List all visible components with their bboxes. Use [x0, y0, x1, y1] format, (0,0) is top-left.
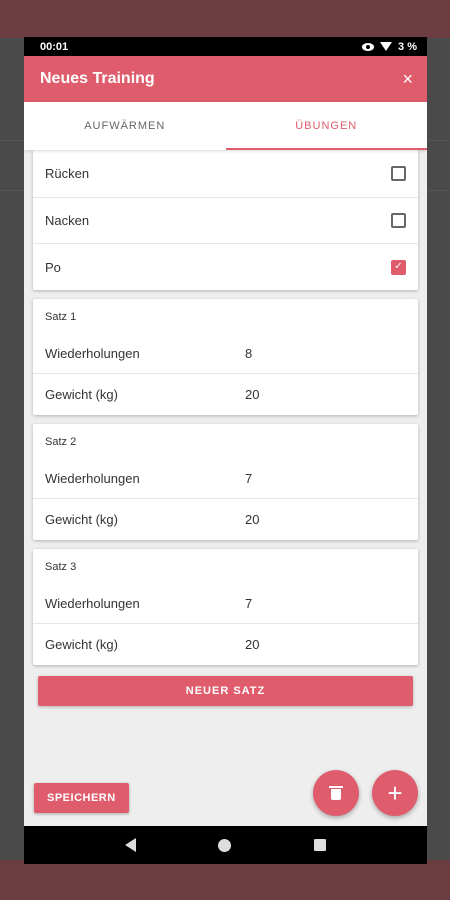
weight-label: Gewicht (kg) — [45, 512, 118, 527]
plus-icon: + — [387, 777, 403, 808]
body-part-checkbox[interactable]: ✓ — [391, 259, 406, 275]
body-part-list: Rücken Nacken Po ✓ — [33, 150, 418, 290]
reps-label: Wiederholungen — [45, 470, 140, 486]
body-part-label: Rücken — [45, 166, 90, 181]
background-app-bar — [0, 0, 450, 38]
reps-field[interactable]: 7 — [245, 471, 406, 486]
body-part-label: Nacken — [45, 213, 90, 228]
reps-row: Wiederholungen 8 — [33, 333, 418, 374]
tab-warmup[interactable]: AUFWÄRMEN — [24, 102, 226, 150]
reps-field[interactable]: 7 — [245, 596, 406, 611]
reps-label: Wiederholungen — [45, 345, 140, 361]
list-item[interactable]: Rücken — [33, 150, 418, 198]
set-title: Satz 2 — [45, 436, 77, 448]
trash-icon — [329, 786, 343, 800]
weight-field[interactable]: 20 — [245, 512, 406, 527]
dialog-window: 00:01 3 % Neues Training × AUFWÄRMEN ÜBU… — [24, 37, 427, 864]
weight-row: Gewicht (kg) 20 — [33, 624, 418, 665]
battery-level: 3 % — [398, 40, 417, 53]
delete-button[interactable] — [313, 770, 359, 816]
background-bottom-bar — [0, 860, 450, 900]
exercise-content: Rücken Nacken Po ✓ Satz 1 Wiederholungen… — [24, 150, 427, 826]
new-set-button[interactable]: NEUER SATZ — [38, 676, 413, 706]
weight-label: Gewicht (kg) — [45, 387, 118, 402]
recent-apps-icon[interactable] — [313, 839, 326, 851]
set-title: Satz 1 — [45, 311, 77, 323]
body-part-checkbox[interactable] — [391, 213, 406, 228]
list-item[interactable]: Nacken — [33, 198, 418, 244]
wifi-icon — [380, 42, 393, 51]
save-button[interactable]: SPEICHERN — [34, 783, 129, 813]
set-card: Satz 2 Wiederholungen 7 Gewicht (kg) 20 — [33, 424, 418, 540]
weight-field[interactable]: 20 — [245, 387, 406, 402]
weight-field[interactable]: 20 — [245, 637, 406, 652]
back-icon[interactable] — [125, 838, 137, 852]
set-card: Satz 3 Wiederholungen 7 Gewicht (kg) 20 — [33, 549, 418, 665]
set-title: Satz 3 — [45, 561, 77, 573]
system-nav-bar — [24, 826, 427, 864]
home-icon[interactable] — [218, 838, 232, 852]
reps-row: Wiederholungen 7 — [33, 458, 418, 499]
body-part-label: Po — [45, 259, 61, 275]
add-button[interactable]: + — [372, 770, 418, 816]
eye-icon — [362, 42, 375, 51]
reps-row: Wiederholungen 7 — [33, 583, 418, 624]
status-icons: 3 % — [362, 41, 417, 53]
weight-label: Gewicht (kg) — [45, 637, 118, 652]
tab-bar: AUFWÄRMEN ÜBUNGEN — [24, 102, 427, 150]
weight-row: Gewicht (kg) 20 — [33, 374, 418, 415]
dialog-title: Neues Training — [40, 70, 155, 87]
list-item[interactable]: Po ✓ — [33, 244, 418, 290]
tab-exercises[interactable]: ÜBUNGEN — [225, 102, 428, 150]
status-time: 00:01 — [40, 40, 69, 53]
status-bar: 00:01 3 % — [24, 37, 427, 56]
weight-row: Gewicht (kg) 20 — [33, 499, 418, 540]
reps-label: Wiederholungen — [45, 595, 140, 611]
dialog-header: Neues Training × — [24, 56, 427, 102]
set-card: Satz 1 Wiederholungen 8 Gewicht (kg) 20 — [33, 299, 418, 415]
reps-field[interactable]: 8 — [245, 346, 406, 361]
body-part-checkbox[interactable] — [391, 166, 406, 181]
close-icon[interactable]: × — [402, 69, 413, 90]
